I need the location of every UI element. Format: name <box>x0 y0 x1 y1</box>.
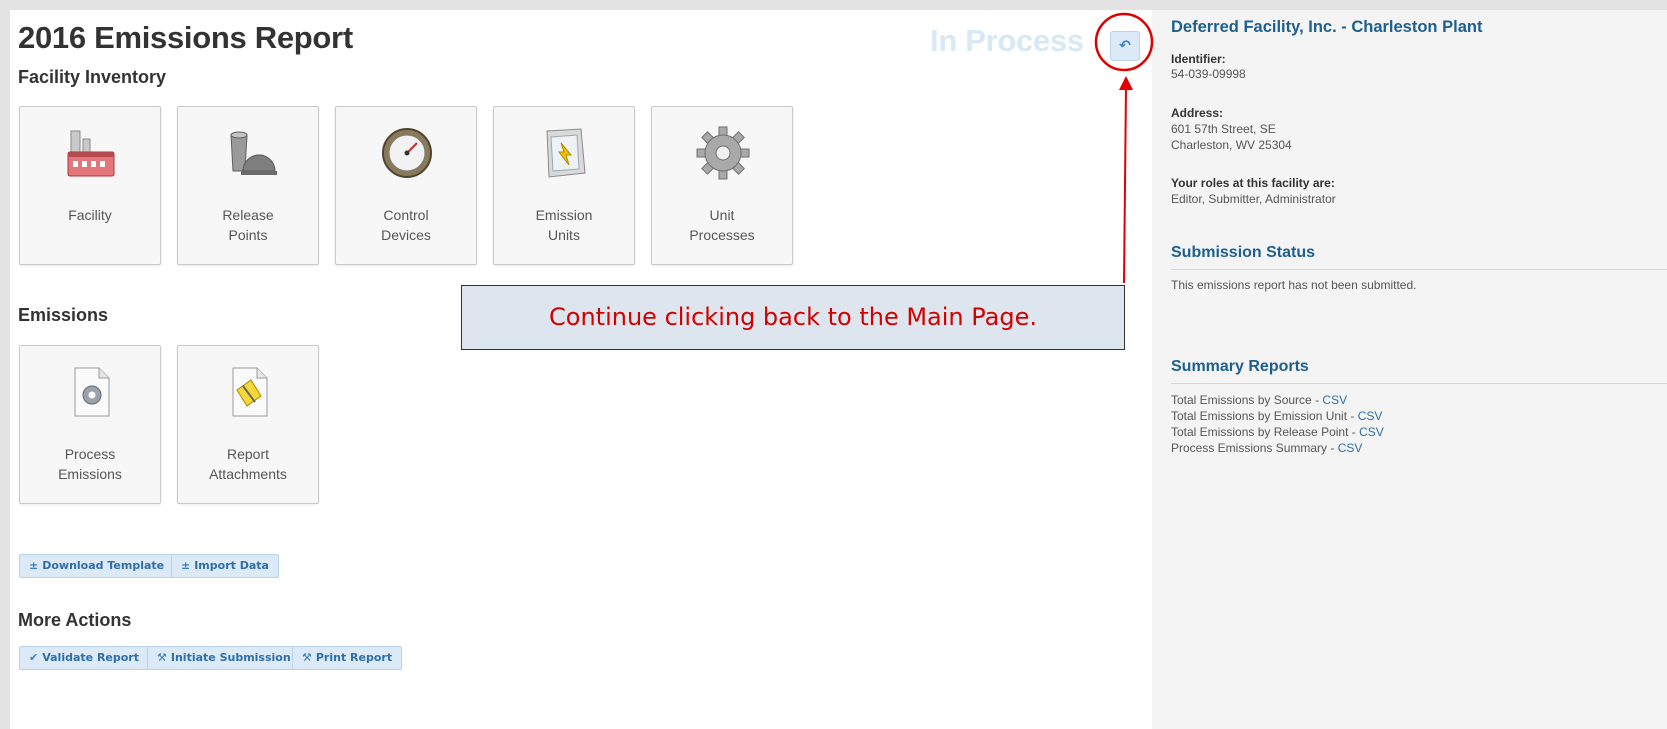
annotation-arrow <box>1123 85 1127 284</box>
annotation-overlay <box>1094 12 1154 284</box>
arrow-head <box>1119 76 1133 90</box>
highlight-circle <box>1094 12 1154 72</box>
